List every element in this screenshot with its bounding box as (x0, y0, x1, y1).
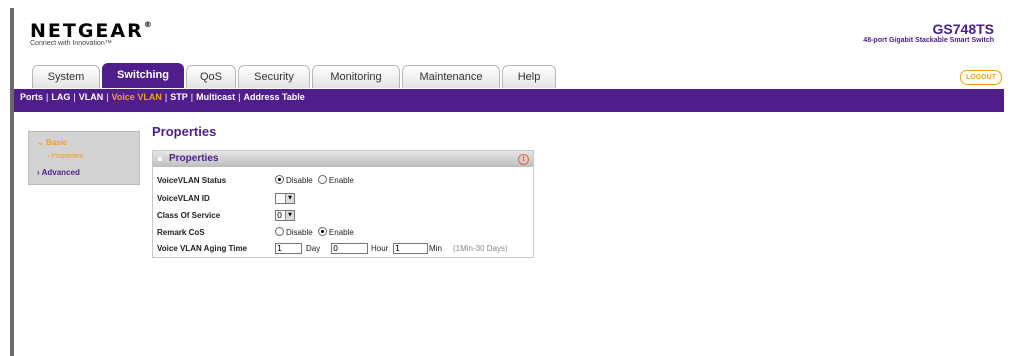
subnav-separator: | (164, 92, 168, 102)
voice-vlan-id-label: VoiceVLAN ID (157, 194, 210, 203)
tab-switching[interactable]: Switching (102, 63, 184, 88)
subnav-lag[interactable]: LAG (51, 92, 70, 102)
dropdown-arrow-icon: ▼ (285, 194, 294, 203)
aging-min-input[interactable]: 1 (393, 243, 428, 254)
subnav-separator: | (190, 92, 194, 102)
aging-range-hint: (1Min-30 Days) (453, 244, 508, 253)
remark-disable-radio[interactable] (275, 227, 284, 236)
subnav-separator: | (106, 92, 109, 102)
tab-security[interactable]: Security (238, 65, 310, 88)
remark-enable-label: Enable (328, 228, 354, 237)
subnav-multicast[interactable]: Multicast (196, 92, 235, 102)
side-navigation: ⌄ Basic › Properties › Advanced (28, 131, 140, 185)
voice-vlan-id-select[interactable]: ▼ (275, 193, 295, 204)
sub-navigation: Ports | LAG | VLAN | Voice VLAN | STP | Multicast |… (14, 89, 1004, 112)
tagline: Connect with Innovation™ (30, 40, 112, 47)
aging-hour-unit: Hour (371, 244, 389, 253)
status-enable-radio[interactable] (317, 175, 327, 184)
tab-monitoring[interactable]: Monitoring (312, 65, 400, 88)
voice-vlan-status-control: Disable Enable (275, 175, 354, 185)
subnav-separator: | (73, 92, 76, 102)
help-icon[interactable]: ! (518, 154, 529, 165)
page-title: Properties (152, 124, 217, 139)
remark-cos-control: Disable Enable (275, 227, 354, 237)
netgear-logo: NETGEAR® (30, 20, 152, 42)
subnav-address-table[interactable]: Address Table (243, 92, 304, 102)
tab-help[interactable]: Help (502, 65, 556, 88)
logout-button[interactable]: LOGOUT (960, 70, 1002, 85)
sidenav-advanced[interactable]: › Advanced (37, 168, 80, 177)
header: NETGEAR® Connect with Innovation™ GS748T… (14, 8, 1004, 68)
sidenav-basic[interactable]: ⌄ Basic (37, 138, 67, 147)
remark-disable-label: Disable (286, 228, 313, 237)
remark-enable-radio[interactable] (317, 227, 327, 236)
tab-system[interactable]: System (32, 65, 100, 88)
logo-trademark: ® (143, 20, 152, 29)
panel-bullet-icon (158, 157, 162, 161)
aging-time-label: Voice VLAN Aging Time (157, 244, 248, 253)
sidenav-properties[interactable]: › Properties (47, 153, 83, 160)
subnav-stp[interactable]: STP (170, 92, 188, 102)
status-enable-label: Enable (328, 176, 354, 185)
class-of-service-label: Class Of Service (157, 211, 221, 220)
aging-day-input[interactable]: 1 (275, 243, 302, 254)
chevron-down-icon: ⌄ (37, 138, 46, 147)
subnav-separator: | (238, 92, 241, 102)
aging-hour-input[interactable]: 0 (331, 243, 368, 254)
subnav-voice-vlan[interactable]: Voice VLAN (112, 92, 162, 102)
tab-qos[interactable]: QoS (186, 65, 236, 88)
panel-header: Properties ! (153, 151, 533, 167)
aging-min-unit: Min (429, 244, 442, 253)
aging-day-unit: Day (306, 244, 321, 253)
class-of-service-value: 0 (277, 211, 283, 220)
voice-vlan-status-label: VoiceVLAN Status (157, 176, 227, 185)
panel-title: Properties (169, 153, 219, 164)
model-name: GS748TS (932, 21, 994, 37)
dropdown-arrow-icon: ▼ (285, 211, 294, 220)
subnav-separator: | (46, 92, 49, 102)
properties-panel: Properties ! VoiceVLAN Status Disable En… (152, 150, 534, 258)
class-of-service-select[interactable]: 0 ▼ (275, 210, 295, 221)
status-disable-radio[interactable] (275, 175, 284, 184)
remark-cos-label: Remark CoS (157, 228, 205, 237)
status-disable-label: Disable (286, 176, 313, 185)
model-description: 48-port Gigabit Stackable Smart Switch (863, 37, 994, 44)
tab-maintenance[interactable]: Maintenance (402, 65, 500, 88)
subnav-ports[interactable]: Ports (20, 92, 43, 102)
subnav-vlan[interactable]: VLAN (79, 92, 104, 102)
